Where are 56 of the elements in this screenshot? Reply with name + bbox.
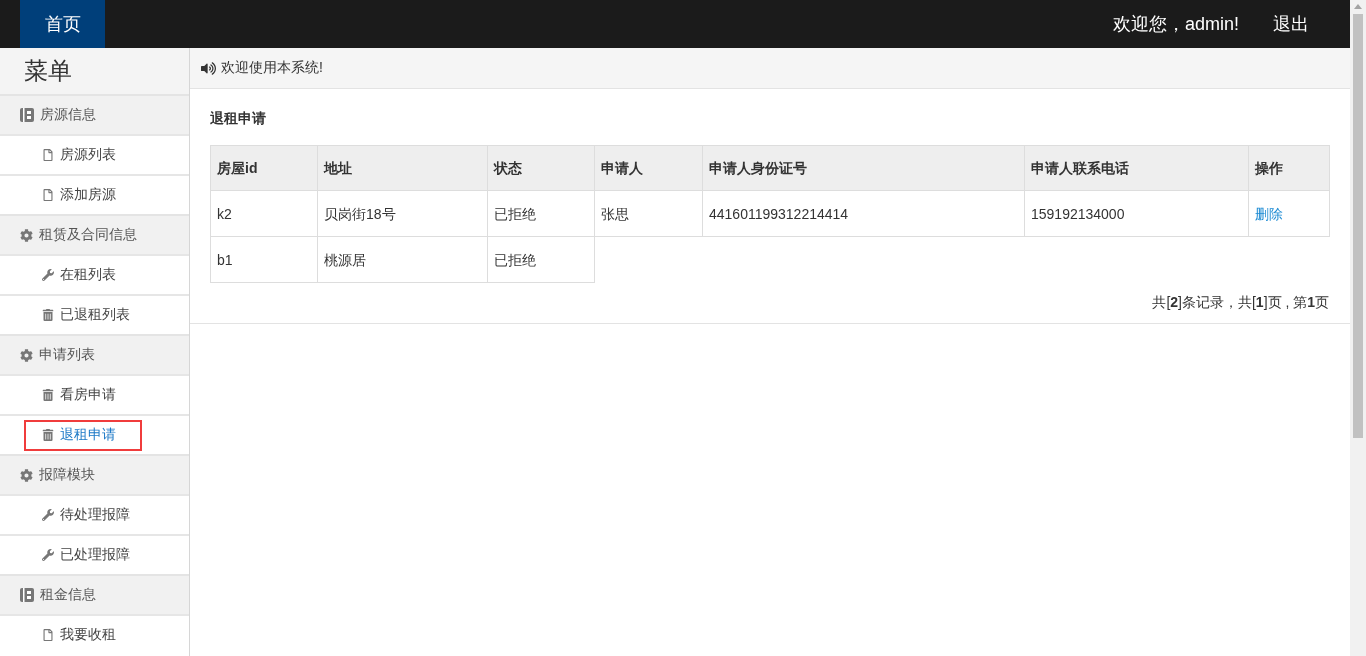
table-cell: 159192134000 [1024, 190, 1249, 237]
sidebar-item[interactable]: 添加房源 [24, 179, 142, 211]
sidebar-group[interactable]: 申请列表 [0, 334, 189, 374]
sidebar-item[interactable]: 已处理报障 [24, 539, 156, 571]
table-cell: 张思 [594, 190, 703, 237]
gear-icon [20, 228, 33, 242]
scrollbar-thumb[interactable] [1353, 14, 1363, 438]
column-header: 房屋id [210, 145, 318, 191]
logout-link[interactable]: 退出 [1273, 12, 1309, 36]
column-header: 申请人 [594, 145, 703, 191]
menu-title: 菜单 [24, 56, 72, 86]
sidebar-item[interactable]: 退租申请 [24, 419, 142, 451]
welcome-text: 欢迎您，admin! [1112, 13, 1239, 36]
column-header: 操作 [1248, 145, 1330, 191]
file-icon [42, 629, 54, 641]
gear-icon [20, 468, 33, 482]
scroll-up-icon[interactable] [1354, 4, 1362, 9]
speaker-icon [201, 60, 216, 76]
sidebar-item[interactable]: 待处理报障 [24, 499, 156, 531]
sidebar-group[interactable]: 房源信息 [0, 94, 189, 134]
panel-title: 退租申请 [210, 109, 267, 128]
sidebar-group[interactable]: 报障模块 [0, 454, 189, 494]
gear-icon [20, 348, 33, 362]
scrollbar[interactable] [1350, 0, 1366, 656]
book-icon [20, 108, 34, 122]
pagination-text: 共[2]条记录，共[1]页 , 第1页 [1152, 293, 1329, 312]
book-icon [20, 588, 34, 602]
sidebar-group[interactable]: 租金信息 [0, 574, 189, 614]
table-cell: k2 [210, 190, 318, 237]
column-header: 状态 [487, 145, 595, 191]
column-header: 地址 [317, 145, 488, 191]
table-cell: 已拒绝 [487, 190, 595, 237]
sidebar-item[interactable]: 已退租列表 [24, 299, 156, 331]
table-cell: 441601199312214414 [702, 190, 1025, 237]
sidebar-item[interactable]: 看房申请 [24, 379, 142, 411]
sidebar-group[interactable]: 租赁及合同信息 [0, 214, 189, 254]
column-header: 申请人身份证号 [702, 145, 1025, 191]
wrench-icon [42, 509, 54, 521]
table-cell: 贝岗街18号 [317, 190, 488, 237]
trash-icon [42, 389, 54, 401]
delete-link[interactable]: 删除 [1255, 205, 1283, 222]
wrench-icon [42, 549, 54, 561]
sidebar-item[interactable]: 在租列表 [24, 259, 142, 291]
trash-icon [42, 309, 54, 321]
notice-text: 欢迎使用本系统! [221, 59, 323, 77]
wrench-icon [42, 269, 54, 281]
column-header: 申请人联系电话 [1024, 145, 1249, 191]
table-cell: 已拒绝 [487, 236, 595, 283]
table-cell: b1 [210, 236, 318, 283]
home-tab[interactable]: 首页 [20, 0, 105, 48]
trash-icon [42, 429, 54, 441]
file-icon [42, 149, 54, 161]
sidebar-item[interactable]: 我要收租 [24, 619, 142, 651]
file-icon [42, 189, 54, 201]
sidebar-item[interactable]: 房源列表 [24, 139, 142, 171]
table-cell: 桃源居 [317, 236, 488, 283]
